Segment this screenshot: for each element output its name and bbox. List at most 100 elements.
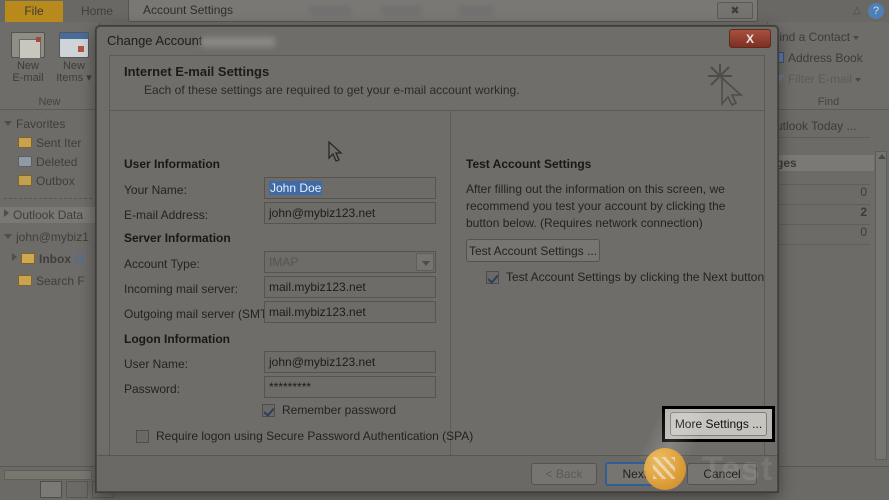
mail-view-icon[interactable]	[40, 481, 62, 498]
server-information-heading: Server Information	[124, 231, 231, 245]
user-name-input[interactable]: john@mybiz123.net	[264, 351, 436, 373]
sidebar-item-sent-items-label: Sent Iter	[36, 136, 82, 150]
test-on-next-checkbox[interactable]	[486, 271, 499, 284]
reading-pane-value-1: 2	[860, 205, 867, 219]
account-settings-title: Account Settings	[143, 3, 234, 17]
sidebar-item-deleted-items[interactable]: Deleted	[18, 155, 77, 169]
test-account-settings-description: After filling out the information on thi…	[466, 182, 726, 230]
calendar-view-icon[interactable]	[66, 481, 88, 498]
screen: File Home S △ ? New E-mail New Items ▾ N…	[0, 0, 889, 500]
find-a-contact-label: Find a Contact	[772, 30, 851, 44]
address-book-label: Address Book	[788, 51, 863, 65]
reading-pane-divider-5	[772, 244, 870, 245]
sidebar-item-favorites-label: Favorites	[16, 117, 66, 131]
redacted-text-2	[381, 6, 421, 15]
filter-email-label: Filter E-mail	[788, 72, 853, 86]
collapse-ribbon-icon[interactable]: △	[853, 5, 861, 16]
test-account-settings-heading: Test Account Settings	[466, 157, 592, 171]
new-items-button[interactable]: New Items ▾	[52, 32, 96, 84]
sidebar-item-outlook-data-file[interactable]: Outlook Data	[4, 208, 83, 222]
account-settings-close-button[interactable]: ✖	[717, 2, 753, 19]
chevron-down-icon-account-type[interactable]	[416, 253, 434, 271]
dialog-title-redacted	[201, 37, 275, 47]
navigation-pane: Favorites Sent Iter Deleted Outbox Outlo…	[0, 111, 100, 466]
sidebar-item-account[interactable]: john@mybiz1	[4, 230, 89, 244]
sidebar-item-outbox[interactable]: Outbox	[18, 174, 75, 188]
account-type-select[interactable]: IMAP	[264, 251, 436, 273]
sidebar-item-inbox[interactable]: Inbox (1	[12, 252, 85, 266]
status-bar-field	[4, 470, 92, 480]
dialog-subtext: Each of these settings are required to g…	[144, 83, 520, 97]
test-on-next-label: Test Account Settings by clicking the Ne…	[506, 270, 765, 284]
user-name-label: User Name:	[124, 357, 189, 371]
address-book-button[interactable]: Address Book	[772, 51, 863, 65]
sidebar-item-sent-items[interactable]: Sent Iter	[18, 136, 81, 150]
find-a-contact-button[interactable]: Find a Contact	[772, 30, 860, 44]
test-account-settings-button[interactable]: Test Account Settings ...	[466, 239, 600, 262]
inbox-folder-icon	[21, 253, 35, 264]
sidebar-item-inbox-label: Inbox	[39, 252, 71, 266]
mouse-cursor	[328, 141, 343, 162]
sent-items-folder-icon	[18, 137, 32, 148]
sidebar-item-search-folders-label: Search F	[36, 274, 85, 288]
chevron-down-icon-2	[855, 77, 862, 82]
dialog-title: Change Account	[107, 33, 203, 48]
reading-pane-scrollbar[interactable]	[875, 151, 887, 460]
reading-pane-divider-1	[772, 137, 870, 138]
new-email-line1: New	[16, 60, 39, 72]
watermark-logo	[644, 448, 686, 490]
account-type-value: IMAP	[269, 255, 299, 269]
redacted-text-3	[459, 6, 493, 15]
deleted-items-folder-icon	[18, 156, 32, 167]
reading-pane-divider-4	[772, 224, 870, 225]
wand-cursor-icon	[708, 64, 744, 107]
collapse-triangle-icon	[4, 209, 9, 217]
tab-file[interactable]: File	[5, 1, 63, 22]
help-icon[interactable]: ?	[868, 3, 884, 19]
nav-divider	[4, 198, 92, 199]
incoming-mail-server-input[interactable]: mail.mybiz123.net	[264, 276, 436, 298]
new-items-line1: New	[62, 60, 85, 72]
your-name-input[interactable]: John Doe	[264, 177, 436, 199]
sidebar-item-account-label: john@mybiz1	[16, 230, 89, 244]
filter-email-button[interactable]: Filter E-mail	[772, 72, 862, 86]
sidebar-item-favorites[interactable]: Favorites	[4, 117, 65, 131]
vertical-divider	[450, 111, 451, 456]
reading-pane-divider-2	[772, 184, 870, 185]
dialog-title-bar[interactable]: Change Account X	[97, 27, 777, 55]
ribbon-group-new-label: New	[38, 96, 61, 108]
reading-pane-divider-3	[772, 204, 870, 205]
new-email-icon	[11, 32, 45, 59]
your-name-value: John Doe	[269, 181, 323, 195]
spa-label: Require logon using Secure Password Auth…	[156, 429, 474, 443]
new-email-line2: E-mail	[12, 72, 44, 84]
new-items-line2: Items ▾	[56, 72, 92, 84]
dialog-heading: Internet E-mail Settings	[124, 64, 270, 79]
spa-checkbox[interactable]	[136, 430, 149, 443]
sidebar-item-outlook-data-file-label: Outlook Data	[13, 208, 84, 222]
incoming-mail-server-label: Incoming mail server:	[124, 282, 239, 296]
outlook-today-link[interactable]: utlook Today ...	[776, 119, 857, 133]
back-button[interactable]: < Back	[531, 463, 597, 485]
outgoing-mail-server-label: Outgoing mail server (SMTP):	[124, 307, 283, 321]
dialog-close-button[interactable]: X	[729, 29, 771, 48]
password-input[interactable]: *********	[264, 376, 436, 398]
new-items-icon	[59, 32, 89, 58]
watermark-text: Test	[702, 450, 774, 488]
reading-pane-value-2: 0	[860, 225, 867, 239]
email-address-label: E-mail Address:	[124, 208, 209, 222]
remember-password-checkbox[interactable]	[262, 404, 275, 417]
new-email-button[interactable]: New E-mail	[6, 32, 50, 84]
ribbon-group-find: Find a Contact Address Book Filter E-mai…	[767, 22, 889, 110]
sidebar-item-outbox-label: Outbox	[36, 174, 75, 188]
chevron-down-icon	[853, 35, 860, 40]
logon-information-heading: Logon Information	[124, 332, 230, 346]
sidebar-item-search-folders[interactable]: Search F	[18, 274, 85, 288]
password-label: Password:	[124, 382, 181, 396]
outgoing-mail-server-input[interactable]: mail.mybiz123.net	[264, 301, 436, 323]
email-address-input[interactable]: john@mybiz123.net	[264, 202, 436, 224]
collapse-triangle-icon-2	[12, 253, 17, 261]
reading-pane-section-header: ges	[776, 156, 797, 170]
inbox-unread-count: (1	[74, 252, 86, 266]
tab-home[interactable]: Home	[70, 1, 124, 22]
